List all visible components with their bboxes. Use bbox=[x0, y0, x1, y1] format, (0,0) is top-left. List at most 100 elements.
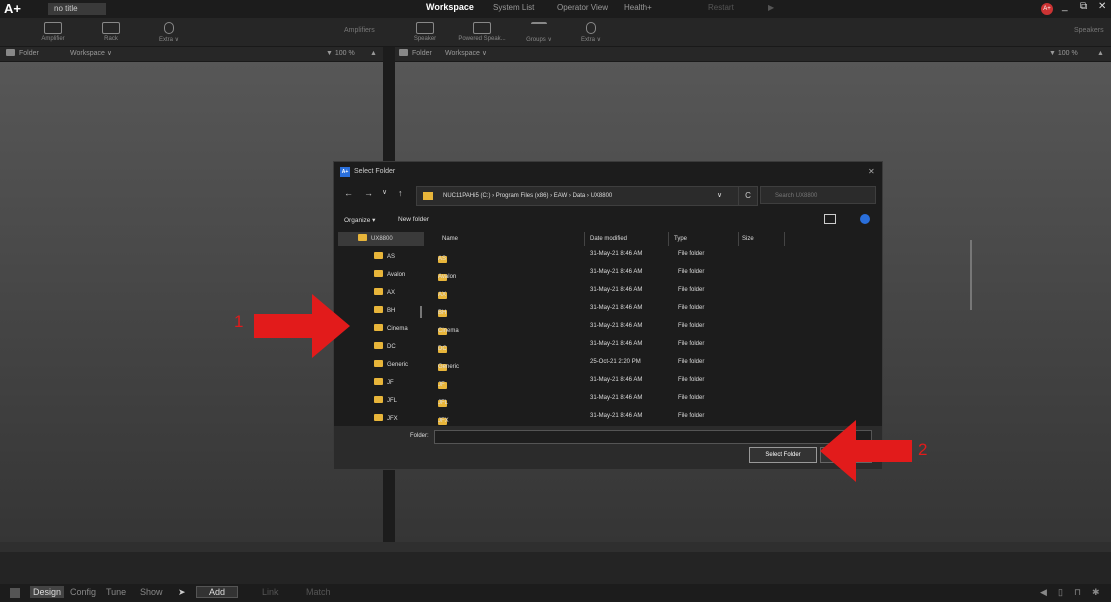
tree-item[interactable]: Cinema bbox=[374, 322, 408, 336]
table-row[interactable]: AS 31-May-21 8:46 AM File folder bbox=[428, 246, 868, 264]
folder-icon-right bbox=[399, 49, 408, 56]
mode-tune[interactable]: Tune bbox=[106, 587, 126, 597]
up-arrow-icon[interactable]: ↑ bbox=[398, 188, 403, 198]
address-dropdown-icon[interactable]: ∨ bbox=[717, 187, 722, 205]
tree-item[interactable]: AS bbox=[374, 250, 395, 264]
folder-label-left: Folder bbox=[19, 50, 39, 57]
column-header-date[interactable]: Date modified bbox=[590, 232, 669, 246]
folder-input[interactable] bbox=[434, 430, 872, 444]
match-button[interactable]: Match bbox=[306, 587, 331, 597]
table-row[interactable]: DC 31-May-21 8:46 AM File folder bbox=[428, 336, 868, 354]
zoom-dropdown-right[interactable]: ▼ 100 % bbox=[1049, 47, 1078, 61]
groups-label: Groups ∨ bbox=[526, 37, 552, 43]
row-type: File folder bbox=[678, 359, 705, 365]
lock-icon[interactable]: ⊓ bbox=[1074, 587, 1081, 598]
table-row[interactable]: JFX 31-May-21 8:46 AM File folder bbox=[428, 408, 868, 426]
tree-item[interactable]: Generic bbox=[374, 358, 408, 372]
folder-icon bbox=[374, 414, 383, 421]
settings-gear-icon[interactable]: ✱ bbox=[1092, 587, 1100, 598]
table-row[interactable]: JF 31-May-21 8:46 AM File folder bbox=[428, 372, 868, 390]
annotation-number-2: 2 bbox=[918, 440, 928, 459]
play-icon[interactable]: ▶ bbox=[768, 3, 774, 12]
extra-button-right[interactable]: Extra ∨ bbox=[566, 18, 616, 46]
powered-speaker-button[interactable]: Powered Speak... bbox=[452, 18, 512, 46]
add-button[interactable]: Add bbox=[196, 586, 239, 598]
table-row[interactable]: BH 31-May-21 8:46 AM File folder bbox=[428, 300, 868, 318]
device-toolbar: Amplifier Rack Extra ∨ Amplifiers Speake… bbox=[0, 18, 1111, 47]
table-row[interactable]: JFL 31-May-21 8:46 AM File folder bbox=[428, 390, 868, 408]
speakers-section-label: Speakers bbox=[1074, 27, 1104, 34]
select-folder-button[interactable]: Select Folder bbox=[749, 447, 817, 463]
speaker-button[interactable]: Speaker bbox=[400, 18, 450, 46]
tree-scrollbar[interactable] bbox=[420, 306, 422, 318]
tab-system-list[interactable]: System List bbox=[493, 3, 534, 12]
tab-workspace[interactable]: Workspace bbox=[426, 2, 474, 12]
help-icon[interactable] bbox=[860, 214, 870, 224]
view-options-icon[interactable] bbox=[824, 214, 836, 224]
workspace-dropdown-left[interactable]: Workspace ∨ bbox=[70, 47, 112, 61]
column-header-name[interactable]: Name bbox=[442, 232, 585, 246]
column-header-size[interactable]: Size bbox=[742, 232, 785, 246]
tab-restart[interactable]: Restart bbox=[708, 3, 734, 12]
row-type: File folder bbox=[678, 323, 705, 329]
tree-item[interactable]: BH bbox=[374, 304, 395, 318]
tree-item[interactable]: DC bbox=[374, 340, 396, 354]
rack-button[interactable]: Rack bbox=[86, 18, 136, 46]
link-button[interactable]: Link bbox=[262, 587, 279, 597]
close-button[interactable]: ✕ bbox=[1098, 1, 1106, 12]
tree-item[interactable]: JFX bbox=[374, 412, 398, 424]
document-tab[interactable]: no title bbox=[48, 3, 106, 15]
mode-show[interactable]: Show bbox=[140, 587, 163, 597]
pointer-icon[interactable]: ➤ bbox=[178, 587, 186, 598]
account-badge-icon[interactable]: A+ bbox=[1041, 3, 1053, 15]
minimize-button[interactable]: _ bbox=[1062, 1, 1068, 12]
table-row[interactable]: Generic 25-Oct-21 2:20 PM File folder bbox=[428, 354, 868, 372]
dialog-title: Select Folder bbox=[354, 168, 396, 175]
pause-icon[interactable] bbox=[10, 588, 20, 598]
delete-icon[interactable]: ▯ bbox=[1058, 587, 1063, 598]
recent-dropdown-icon[interactable]: ∨ bbox=[382, 188, 387, 196]
back-arrow-icon[interactable]: ← bbox=[344, 188, 353, 198]
tree-item[interactable]: JFL bbox=[374, 394, 397, 408]
tree-item-ux8800[interactable]: UX8800 bbox=[338, 232, 424, 246]
file-list-scrollbar[interactable] bbox=[970, 240, 972, 310]
search-input[interactable]: Search UX8800 bbox=[760, 186, 876, 204]
speaker-volume-icon[interactable]: ◀ bbox=[1040, 587, 1047, 598]
title-bar: A+ no title Workspace System List Operat… bbox=[0, 0, 1111, 18]
breadcrumb[interactable]: NUC11PAHi5 (C:) › Program Files (x86) › … bbox=[443, 187, 612, 205]
row-date: 31-May-21 8:46 AM bbox=[590, 413, 643, 419]
folder-toggle-left[interactable]: Folder bbox=[6, 47, 39, 61]
tree-item-label: Cinema bbox=[387, 326, 408, 332]
row-type: File folder bbox=[678, 395, 705, 401]
new-folder-button[interactable]: New folder bbox=[398, 216, 429, 223]
tree-item[interactable]: Avalon bbox=[374, 268, 405, 282]
workspace-dropdown-right[interactable]: Workspace ∨ bbox=[445, 47, 487, 61]
mode-design[interactable]: Design bbox=[30, 586, 65, 598]
groups-button[interactable]: Groups ∨ bbox=[514, 18, 564, 46]
mode-config[interactable]: Config bbox=[70, 587, 96, 597]
address-bar[interactable]: NUC11PAHi5 (C:) › Program Files (x86) › … bbox=[416, 186, 740, 206]
tab-health[interactable]: Health+ bbox=[624, 3, 652, 12]
table-row[interactable]: AX 31-May-21 8:46 AM File folder bbox=[428, 282, 868, 300]
forward-arrow-icon[interactable]: → bbox=[364, 188, 373, 198]
folder-field-label: Folder: bbox=[410, 433, 429, 439]
zoom-dropdown-left[interactable]: ▼ 100 % bbox=[326, 47, 355, 61]
tree-item-label: AX bbox=[387, 290, 396, 296]
tree-item[interactable]: AX bbox=[374, 286, 395, 300]
refresh-icon[interactable]: C bbox=[738, 186, 758, 206]
tab-operator-view[interactable]: Operator View bbox=[557, 3, 608, 12]
tree-item[interactable]: JF bbox=[374, 376, 394, 390]
organize-button[interactable]: Organize ▾ bbox=[344, 216, 375, 224]
column-header-type[interactable]: Type bbox=[674, 232, 739, 246]
folder-toggle-right[interactable]: Folder bbox=[399, 47, 432, 61]
table-row[interactable]: Avalon 31-May-21 8:46 AM File folder bbox=[428, 264, 868, 282]
extra-button-left[interactable]: Extra ∨ bbox=[144, 18, 194, 46]
amplifier-button[interactable]: Amplifier bbox=[28, 18, 78, 46]
collapse-right-icon[interactable]: ▲ bbox=[1097, 47, 1104, 61]
horizontal-scrollbar[interactable] bbox=[0, 542, 1111, 552]
amplifier-icon bbox=[44, 22, 62, 34]
table-row[interactable]: Cinema 31-May-21 8:46 AM File folder bbox=[428, 318, 868, 336]
collapse-left-icon[interactable]: ▲ bbox=[370, 47, 377, 61]
dialog-close-icon[interactable]: ✕ bbox=[868, 162, 875, 182]
restore-button[interactable]: ⧉ bbox=[1080, 1, 1087, 12]
